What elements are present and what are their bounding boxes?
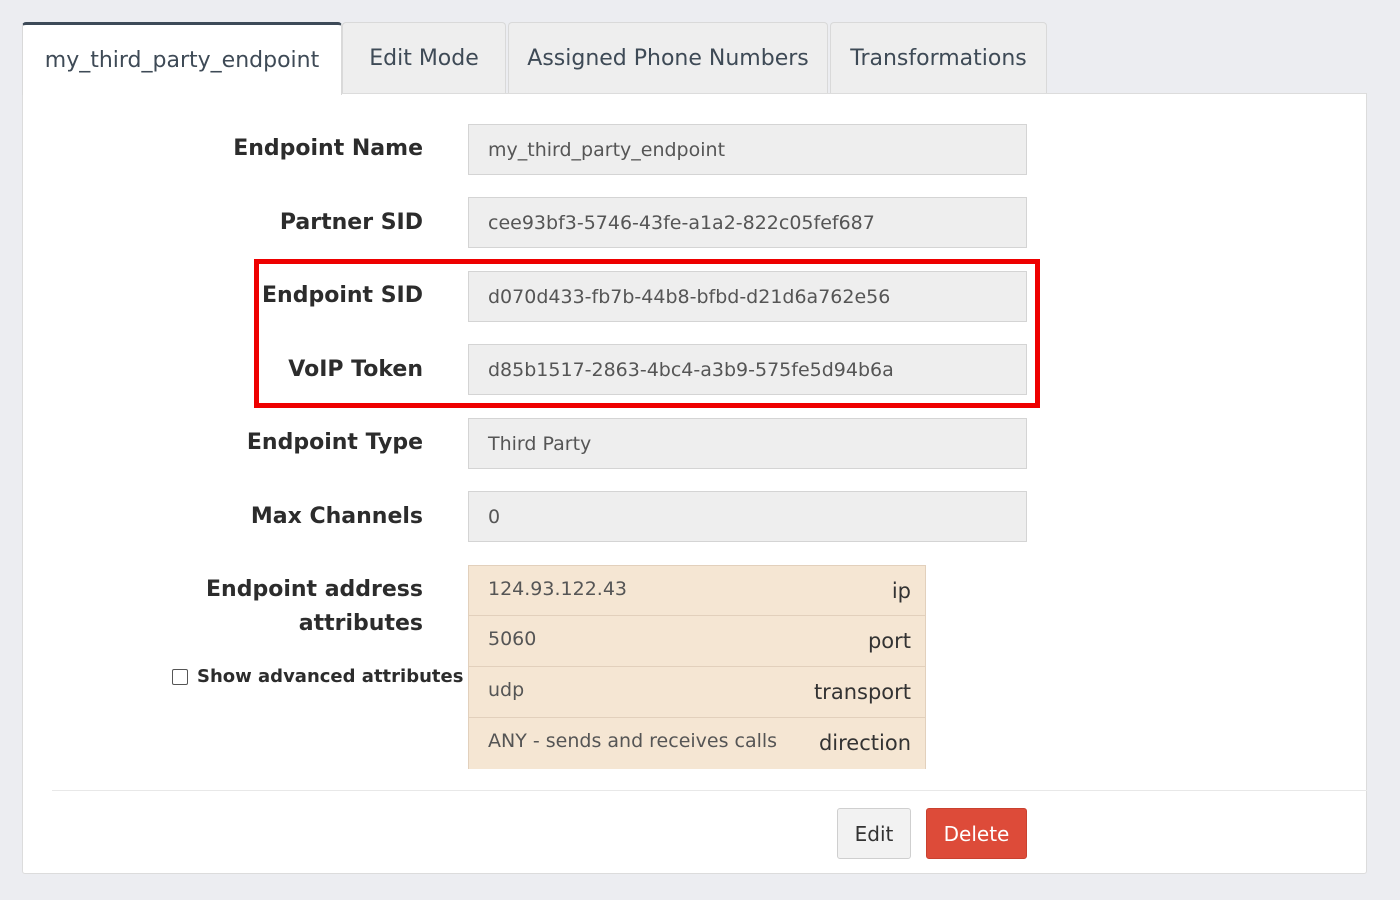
endpoint-name-label: Endpoint Name: [233, 136, 423, 161]
endpoint-sid-label: Endpoint SID: [262, 283, 423, 308]
tab-label: Edit Mode: [369, 45, 479, 71]
max-channels-field[interactable]: 0: [468, 491, 1027, 542]
edit-button[interactable]: Edit: [837, 808, 911, 859]
show-advanced-label: Show advanced attributes: [197, 666, 464, 687]
address-attributes-label-line1: Endpoint address: [206, 577, 423, 602]
attribute-key: direction: [818, 731, 911, 755]
tab-assigned-phone-numbers[interactable]: Assigned Phone Numbers: [508, 22, 828, 93]
tab-transformations[interactable]: Transformations: [830, 22, 1047, 93]
divider: [52, 790, 1367, 791]
delete-button[interactable]: Delete: [926, 808, 1027, 859]
endpoint-name-field[interactable]: my_third_party_endpoint: [468, 124, 1027, 175]
attribute-row-ip: 124.93.122.43 ip: [468, 565, 926, 616]
attribute-key: port: [867, 629, 911, 653]
tab-label: my_third_party_endpoint: [44, 47, 320, 73]
endpoint-sid-field[interactable]: d070d433-fb7b-44b8-bfbd-d21d6a762e56: [468, 271, 1027, 322]
attribute-row-direction: ANY - sends and receives calls direction: [468, 718, 926, 769]
tab-edit-mode[interactable]: Edit Mode: [342, 22, 506, 93]
address-attributes-table: 124.93.122.43 ip 5060 port udp transport…: [468, 565, 926, 769]
voip-token-field[interactable]: d85b1517-2863-4bc4-a3b9-575fe5d94b6a: [468, 344, 1027, 395]
tab-label: Transformations: [850, 45, 1027, 71]
show-advanced-checkbox[interactable]: [172, 668, 188, 685]
endpoint-type-field[interactable]: Third Party: [468, 418, 1027, 469]
tab-label: Assigned Phone Numbers: [527, 45, 809, 71]
endpoint-type-label: Endpoint Type: [246, 430, 423, 455]
voip-token-label: VoIP Token: [288, 357, 423, 382]
attribute-row-port: 5060 port: [468, 616, 926, 667]
attribute-key: transport: [813, 680, 911, 704]
max-channels-label: Max Channels: [250, 504, 423, 529]
partner-sid-field[interactable]: cee93bf3-5746-43fe-a1a2-822c05fef687: [468, 197, 1027, 248]
attribute-key: ip: [891, 579, 911, 603]
show-advanced-toggle[interactable]: Show advanced attributes: [172, 666, 463, 687]
attribute-value: ANY - sends and receives calls: [488, 730, 778, 752]
address-attributes-label-line2: attributes: [298, 611, 423, 636]
attribute-value: 5060: [488, 628, 537, 650]
partner-sid-label: Partner SID: [279, 210, 423, 235]
tab-endpoint-details[interactable]: my_third_party_endpoint: [22, 22, 342, 95]
attribute-value: 124.93.122.43: [488, 578, 628, 600]
attribute-value: udp: [488, 679, 525, 701]
attribute-row-transport: udp transport: [468, 667, 926, 718]
